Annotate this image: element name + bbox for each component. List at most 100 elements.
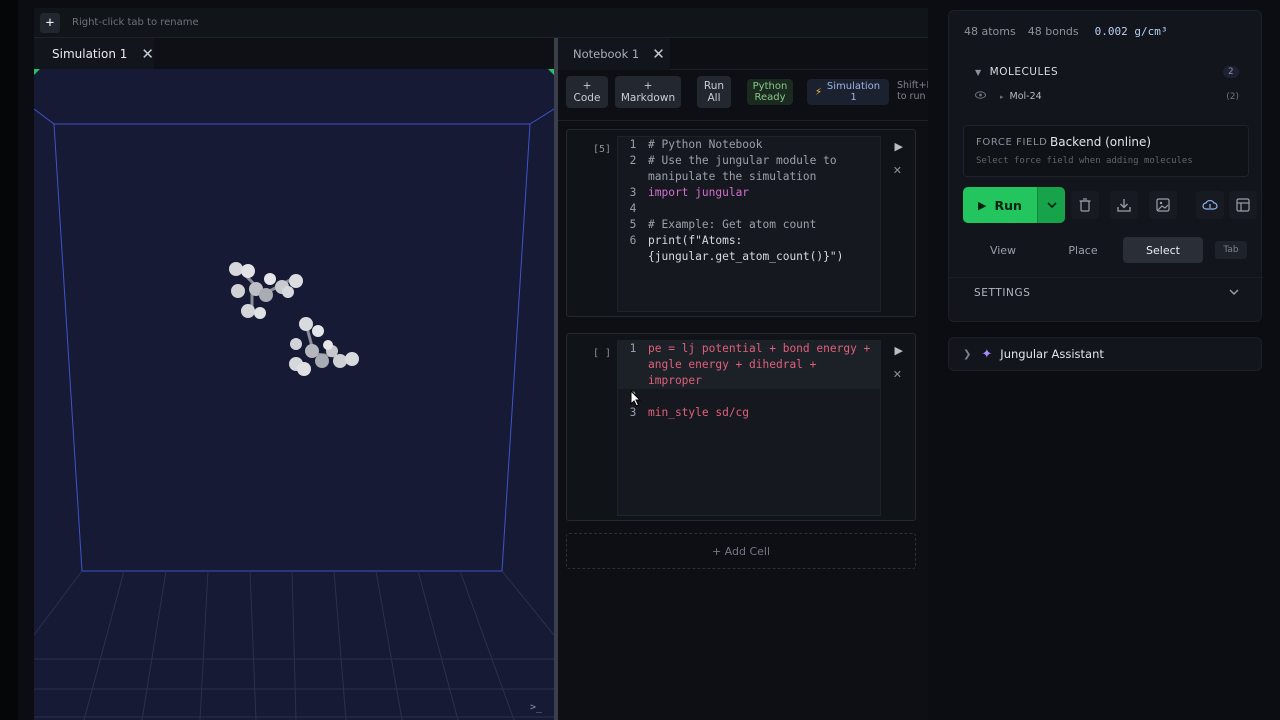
add-markdown-label: Markdown xyxy=(620,92,676,104)
notebook-tabbar: Notebook 1 ✕ xyxy=(558,38,928,70)
molecule-list-item[interactable]: ▸ Mol-24 (2) xyxy=(975,91,1239,102)
close-icon[interactable]: ✕ xyxy=(141,45,154,63)
mode-place[interactable]: Place xyxy=(1043,237,1123,263)
chevron-down-icon: ▼ xyxy=(975,67,982,77)
code-line[interactable]: 4 xyxy=(618,201,880,217)
code-token: pe = lj potential + bond energy + angle … xyxy=(648,342,878,387)
tab-notebook-1[interactable]: Notebook 1 ✕ xyxy=(558,38,670,70)
force-field-selector[interactable]: FORCE FIELD Backend (online) Select forc… xyxy=(963,125,1249,177)
code-text: min_style sd/cg xyxy=(648,405,876,421)
line-number: 3 xyxy=(629,186,637,199)
code-line[interactable]: 2 # Use the jungular module to manipulate… xyxy=(618,153,880,185)
layout-button[interactable] xyxy=(1229,191,1257,219)
image-icon xyxy=(1156,198,1170,212)
code-token: # Example: Get atom count xyxy=(648,218,817,231)
code-editor[interactable]: 1 pe = lj potential + bond energy + angle… xyxy=(617,340,881,516)
add-tab-button[interactable]: + xyxy=(40,12,60,33)
eye-icon[interactable] xyxy=(975,91,986,102)
run-cell-icon[interactable]: ▶ xyxy=(895,344,903,357)
layout-icon xyxy=(1236,198,1250,212)
molecules-header[interactable]: ▼ MOLECULES 2 xyxy=(975,66,1239,78)
code-text: # Use the jungular module to manipulate … xyxy=(648,153,876,185)
shortcut-hint: Shift+E to run xyxy=(897,80,928,102)
delete-cell-icon[interactable]: ✕ xyxy=(893,164,902,177)
code-cell-2[interactable]: [ ] 1 pe = lj potential + bond energy + a… xyxy=(566,333,916,521)
code-line[interactable]: 3 min_style sd/cg xyxy=(618,405,880,421)
rename-hint: Right-click tab to rename xyxy=(72,17,199,28)
delete-cell-icon[interactable]: ✕ xyxy=(893,368,902,381)
settings-title: SETTINGS xyxy=(974,286,1031,299)
code-token: print(f"Atoms: {jungular.get_atom_count(… xyxy=(648,234,844,263)
app-root: + Right-click tab to rename Simulation 1… xyxy=(0,0,1280,720)
code-line[interactable]: 1 pe = lj potential + bond energy + angle… xyxy=(618,341,880,389)
tab-simulation-1[interactable]: Simulation 1 ✕ xyxy=(34,38,154,69)
code-line[interactable]: 1 # Python Notebook xyxy=(618,137,880,153)
download-button[interactable] xyxy=(1110,191,1138,219)
line-number: 4 xyxy=(629,202,637,215)
molecules-title: MOLECULES xyxy=(989,66,1059,78)
force-field-value: Backend (online) xyxy=(1050,135,1152,149)
notebook-pane: Notebook 1 ✕ + Code + Markdown Run All P… xyxy=(558,38,928,720)
code-text: # Example: Get atom count xyxy=(648,217,876,233)
workspace-tabbar: + Right-click tab to rename xyxy=(34,8,928,38)
run-options-button[interactable] xyxy=(1037,187,1065,223)
trash-button[interactable] xyxy=(1071,191,1099,219)
code-editor[interactable]: 1 # Python Notebook 2 # Use the jungular mo… xyxy=(617,136,881,312)
cloud-save-button[interactable] xyxy=(1196,191,1224,219)
code-token: # Use the jungular module to manipulate … xyxy=(648,154,844,183)
run-all-button[interactable]: Run All xyxy=(697,76,731,108)
image-export-button[interactable] xyxy=(1149,191,1177,219)
code-token: jungular xyxy=(688,186,750,199)
tab-shortcut-hint: Tab xyxy=(1215,241,1247,259)
simulation-link-badge[interactable]: ⚡ Simulation 1 xyxy=(807,79,889,105)
molecule-2[interactable] xyxy=(289,317,359,376)
notebook-cells: [5] 1 # Python Notebook 2 # Use the jungula… xyxy=(558,120,928,720)
line-number: 5 xyxy=(629,218,637,231)
line-number: 1 xyxy=(629,138,637,151)
code-token: # Python Notebook xyxy=(648,138,763,151)
simulation-stats: 48 atoms 48 bonds 0.002 g/cm³ xyxy=(964,25,1180,38)
density-value: 0.002 g/cm³ xyxy=(1094,25,1168,38)
simulation-tabbar: Simulation 1 ✕ xyxy=(34,38,554,69)
line-number: 6 xyxy=(629,234,637,247)
notebook-toolbar: + Code + Markdown Run All Python Ready ⚡… xyxy=(558,72,928,118)
terminal-icon[interactable]: >_ xyxy=(530,702,542,713)
add-code-button[interactable]: + Code xyxy=(566,76,608,108)
settings-section-header[interactable]: SETTINGS xyxy=(949,277,1263,307)
run-cell-icon[interactable]: ▶ xyxy=(895,140,903,153)
chevron-down-icon xyxy=(1046,202,1057,208)
code-line[interactable]: 5 # Example: Get atom count xyxy=(618,217,880,233)
molecule-instance-count: (2) xyxy=(1226,91,1239,102)
mode-view[interactable]: View xyxy=(963,237,1043,263)
viewport-canvas xyxy=(34,69,554,720)
assistant-title: Jungular Assistant xyxy=(1000,347,1104,361)
assistant-panel-header[interactable]: ❯ ✦ Jungular Assistant xyxy=(948,337,1262,371)
code-cell-1[interactable]: [5] 1 # Python Notebook 2 # Use the jungula… xyxy=(566,129,916,317)
chevron-right-icon[interactable]: ▸ xyxy=(1000,93,1004,101)
close-icon[interactable]: ✕ xyxy=(652,45,665,63)
simulation-viewport[interactable]: >_ xyxy=(34,69,554,720)
force-field-hint: Select force field when adding molecules xyxy=(976,156,1193,166)
download-icon xyxy=(1117,199,1131,212)
line-number: 2 xyxy=(629,154,637,167)
mode-select[interactable]: Select xyxy=(1123,237,1203,263)
atom-count: 48 atoms xyxy=(964,25,1016,38)
code-text: print(f"Atoms: {jungular.get_atom_count(… xyxy=(648,233,876,265)
python-status-line-2: Ready xyxy=(754,92,786,103)
tab-label: Simulation 1 xyxy=(52,46,128,61)
add-code-label: Code xyxy=(573,92,601,104)
molecule-1[interactable] xyxy=(229,262,303,319)
left-edge xyxy=(0,0,18,720)
add-markdown-button[interactable]: + Markdown xyxy=(615,76,681,108)
add-cell-button[interactable]: + Add Cell xyxy=(566,533,916,569)
code-text: # Python Notebook xyxy=(648,137,876,153)
python-status-line-1: Python xyxy=(752,81,788,92)
sparkle-icon: ✦ xyxy=(981,346,993,362)
code-line[interactable]: 6 print(f"Atoms: {jungular.get_atom_count… xyxy=(618,233,880,265)
code-line[interactable]: 2 xyxy=(618,389,880,405)
lightning-icon: ⚡ xyxy=(815,86,823,98)
code-line[interactable]: 3 import jungular xyxy=(618,185,880,201)
code-token: min_style sd/cg xyxy=(648,406,750,419)
run-button[interactable]: ▶ Run xyxy=(963,187,1037,223)
